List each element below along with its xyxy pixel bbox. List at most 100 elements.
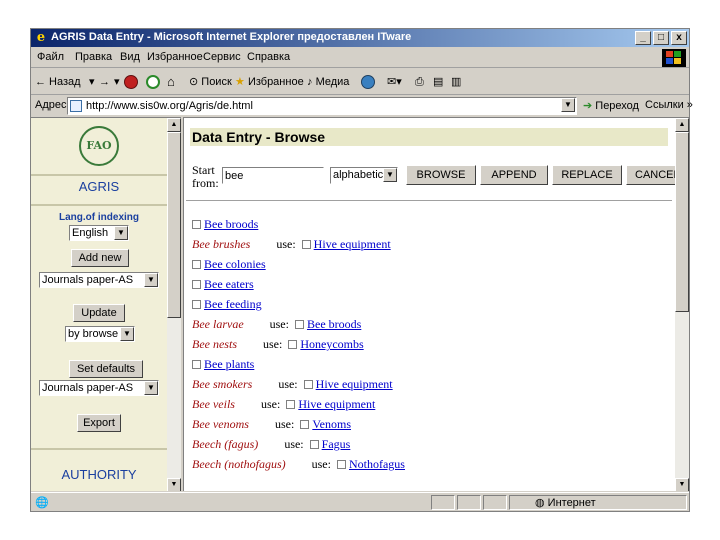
cancel-button[interactable]: CANCEL: [626, 165, 682, 185]
term-checkbox[interactable]: [301, 240, 311, 249]
lang-select[interactable]: English ▼: [69, 225, 129, 241]
term-checkbox[interactable]: [294, 320, 304, 329]
term-checkbox[interactable]: [192, 220, 201, 229]
main-scroll-thumb[interactable]: [675, 132, 689, 312]
media-button[interactable]: ♪ Медиа: [307, 74, 349, 90]
search-label: Поиск: [201, 76, 232, 88]
term-checkbox[interactable]: [309, 440, 319, 449]
non-descriptor-term: Bee venoms: [192, 417, 249, 431]
chevron-down-icon: ▼: [144, 381, 158, 395]
edit-button[interactable]: ▤: [433, 74, 443, 90]
preferred-term-link[interactable]: Fagus: [322, 437, 351, 451]
term-checkbox[interactable]: [336, 460, 346, 469]
menu-edit[interactable]: Правка: [75, 51, 112, 63]
title-bar[interactable]: e AGRIS Data Entry - Microsoft Internet …: [31, 29, 689, 47]
close-button[interactable]: x: [671, 31, 687, 45]
term-link[interactable]: Bee eaters: [204, 277, 254, 291]
update-mode-select[interactable]: by browse ▼: [65, 326, 135, 342]
term-checkbox[interactable]: [192, 360, 201, 369]
replace-button[interactable]: REPLACE: [552, 165, 622, 185]
back-dropdown[interactable]: ▾: [89, 74, 95, 90]
links-button[interactable]: Ссылки »: [645, 99, 693, 111]
export-button[interactable]: Export: [77, 414, 121, 432]
non-descriptor-term: Bee larvae: [192, 317, 244, 331]
left-scroll-thumb[interactable]: [167, 132, 181, 318]
forward-dropdown[interactable]: ▾: [114, 74, 120, 90]
term-link[interactable]: Bee feeding: [204, 297, 262, 311]
left-scrollbar[interactable]: ▲ ▼: [167, 118, 181, 491]
main-scrollbar[interactable]: ▲ ▼: [675, 118, 689, 491]
left-divider: [31, 448, 167, 450]
term-checkbox[interactable]: [192, 280, 201, 289]
address-input[interactable]: http://www.sis0w.org/Agris/de.html: [67, 97, 577, 115]
scroll-up-icon[interactable]: ▲: [167, 118, 181, 132]
menu-file[interactable]: Файл: [37, 51, 64, 63]
search-button[interactable]: ⊙ Поиск: [189, 74, 232, 90]
term-link[interactable]: Bee colonies: [204, 257, 266, 271]
menu-tools[interactable]: Сервис: [203, 51, 241, 63]
menu-help[interactable]: Справка: [247, 51, 290, 63]
refresh-button[interactable]: [146, 74, 160, 90]
favorites-button[interactable]: ★ Избранное: [235, 74, 304, 90]
maximize-button[interactable]: □: [653, 31, 669, 45]
favorites-icon: ★: [235, 76, 245, 88]
term-checkbox[interactable]: [192, 260, 201, 269]
term-link[interactable]: Bee plants: [204, 357, 254, 371]
preferred-term-link[interactable]: Honeycombs: [300, 337, 363, 351]
term-checkbox[interactable]: [303, 380, 313, 389]
term-checkbox[interactable]: [300, 420, 310, 429]
scroll-down-icon[interactable]: ▼: [167, 478, 181, 491]
mail-button[interactable]: ✉▾: [387, 74, 402, 90]
doctype-select-2[interactable]: Journals paper-AS ▼: [39, 380, 159, 396]
preferred-term-link[interactable]: Hive equipment: [314, 237, 391, 251]
term-checkbox[interactable]: [192, 300, 201, 309]
status-bar: 🌐 ◍ Интернет: [31, 492, 689, 511]
use-label: use:: [274, 417, 295, 431]
preferred-term-link[interactable]: Venoms: [312, 417, 351, 431]
address-dropdown[interactable]: ▼: [561, 98, 575, 112]
print-button[interactable]: ⎙: [415, 74, 424, 90]
menu-view[interactable]: Вид: [120, 51, 140, 63]
use-label: use:: [262, 337, 283, 351]
browse-button[interactable]: BROWSE: [406, 165, 476, 185]
browser-window: e AGRIS Data Entry - Microsoft Internet …: [30, 28, 693, 512]
preferred-term-link[interactable]: Nothofagus: [349, 457, 405, 471]
term-row: Bee smokers use: Hive equipment: [192, 376, 393, 392]
menu-bar: Файл Правка Вид Избранное Сервис Справка: [31, 48, 689, 68]
term-link[interactable]: Bee broods: [204, 217, 258, 231]
home-button[interactable]: ⌂: [167, 74, 175, 90]
preferred-term-link[interactable]: Hive equipment: [316, 377, 393, 391]
preferred-term-link[interactable]: Hive equipment: [298, 397, 375, 411]
status-segment: [431, 495, 455, 510]
left-divider: [31, 204, 167, 206]
mail-icon: ✉▾: [387, 76, 402, 88]
add-new-button[interactable]: Add new: [71, 249, 129, 267]
discuss-button[interactable]: ▥: [451, 74, 461, 90]
status-zone: ◍ Интернет: [535, 496, 596, 509]
history-button[interactable]: [361, 74, 375, 90]
lang-label: Lang.of indexing: [59, 212, 139, 223]
update-button[interactable]: Update: [73, 304, 125, 322]
stop-button[interactable]: [124, 74, 138, 90]
append-button[interactable]: APPEND: [480, 165, 548, 185]
term-checkbox[interactable]: [288, 340, 298, 349]
use-label: use:: [269, 317, 289, 331]
non-descriptor-term: Bee nests: [192, 337, 237, 351]
use-label: use:: [260, 397, 281, 411]
term-checkbox[interactable]: [286, 400, 296, 409]
order-select[interactable]: alphabetic ▼: [330, 167, 398, 184]
menu-favorites[interactable]: Избранное: [147, 51, 203, 63]
back-button[interactable]: ← Назад: [35, 74, 81, 90]
chevron-down-icon: ▼: [120, 327, 134, 341]
start-from-input[interactable]: bee: [222, 167, 324, 184]
scroll-down-icon[interactable]: ▼: [675, 478, 689, 491]
set-defaults-button[interactable]: Set defaults: [69, 360, 143, 378]
edit-icon: ▤: [433, 76, 444, 88]
internet-zone-icon: ◍: [535, 497, 545, 509]
forward-button[interactable]: →: [99, 74, 110, 90]
scroll-up-icon[interactable]: ▲: [675, 118, 689, 132]
doctype-select-1[interactable]: Journals paper-AS ▼: [39, 272, 159, 288]
preferred-term-link[interactable]: Bee broods: [307, 317, 361, 331]
go-button[interactable]: ➔ Переход: [583, 99, 639, 112]
minimize-button[interactable]: _: [635, 31, 651, 45]
